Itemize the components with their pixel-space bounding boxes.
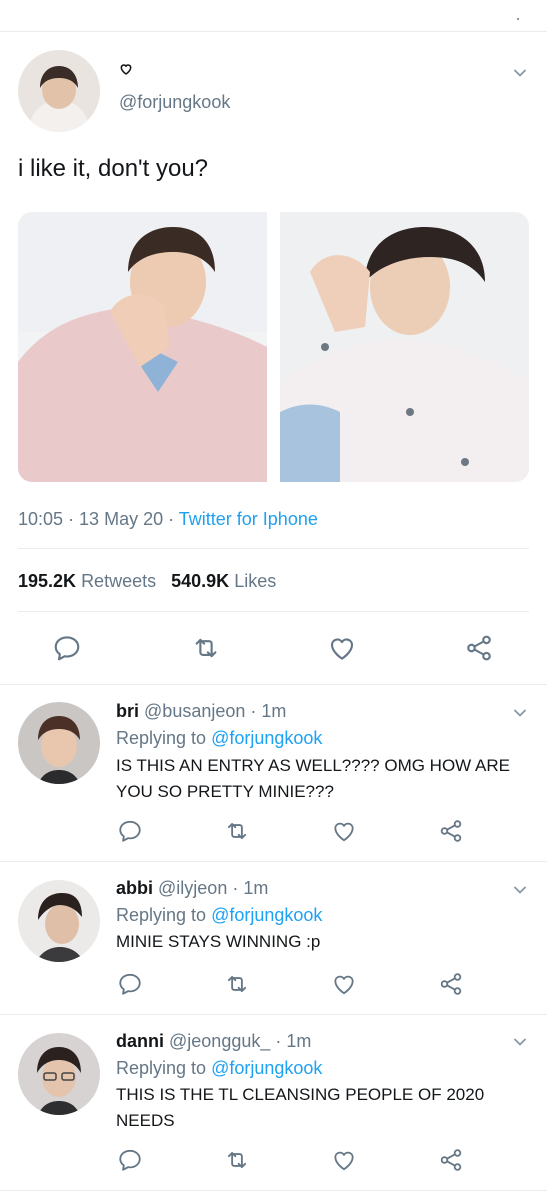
avatar-image [18, 880, 100, 962]
retweet-button[interactable] [190, 633, 222, 663]
tweet-photo-1[interactable] [18, 212, 267, 482]
share-icon [464, 633, 494, 663]
divider [18, 548, 529, 549]
reply-time: 1m [243, 878, 269, 898]
tweet-meta: 10:05 · 13 May 20 · Twitter for Iphone [18, 509, 318, 529]
retweet-button[interactable] [223, 818, 251, 844]
reply-name[interactable]: bri [116, 701, 139, 721]
replying-label: Replying to [116, 1058, 207, 1078]
reply-icon [117, 818, 143, 844]
reply-header: bri @busanjeon · 1m [116, 701, 287, 721]
replying-label: Replying to [116, 905, 207, 925]
like-icon [331, 1147, 357, 1173]
replying-to: Replying to @forjungkook [116, 1058, 322, 1079]
reply-header: danni @jeongguk_ · 1m [116, 1031, 312, 1051]
retweet-button[interactable] [223, 971, 251, 997]
replying-to: Replying to @forjungkook [116, 905, 322, 926]
divider [0, 1014, 547, 1015]
like-icon [331, 971, 357, 997]
share-icon [438, 1147, 464, 1173]
tweet-handle[interactable]: @forjungkook [119, 92, 230, 113]
like-button[interactable] [331, 971, 357, 997]
chevron-down-icon[interactable] [513, 1037, 525, 1049]
reply-button[interactable] [117, 1147, 143, 1173]
status-dot [517, 18, 519, 20]
chevron-down-icon[interactable] [513, 708, 525, 720]
like-icon [327, 633, 357, 663]
reply-button[interactable] [117, 971, 143, 997]
tweet-date: 13 May 20 [79, 509, 164, 529]
likes-count: 540.9K [171, 571, 230, 591]
chevron-down-icon[interactable] [513, 68, 525, 80]
tweet-time: 10:05 [18, 509, 64, 529]
retweet-icon [223, 1147, 251, 1173]
retweets-count: 195.2K [18, 571, 77, 591]
replying-label: Replying to [116, 728, 207, 748]
retweet-button[interactable] [223, 1147, 251, 1173]
share-icon [438, 818, 464, 844]
reply-icon [117, 1147, 143, 1173]
divider [18, 611, 529, 612]
divider [0, 1190, 547, 1191]
likes-label: Likes [234, 571, 277, 591]
avatar-image [18, 1033, 100, 1115]
top-bar [0, 0, 547, 32]
like-icon [331, 818, 357, 844]
tweet-photo-2[interactable] [280, 212, 529, 482]
reply-name[interactable]: abbi [116, 878, 153, 898]
retweet-icon [223, 971, 251, 997]
reply-handle[interactable]: @jeongguk_ [169, 1031, 270, 1051]
avatar[interactable] [18, 880, 100, 962]
share-button[interactable] [438, 818, 464, 844]
avatar-image [18, 50, 100, 132]
like-button[interactable] [331, 818, 357, 844]
reply-button[interactable] [117, 818, 143, 844]
share-button[interactable] [464, 633, 494, 663]
tweet-source[interactable]: Twitter for Iphone [179, 509, 318, 529]
retweets-stat[interactable]: 195.2K Retweets [18, 571, 156, 591]
avatar[interactable] [18, 50, 100, 132]
avatar-image [18, 702, 100, 784]
replying-mention[interactable]: @forjungkook [211, 905, 322, 925]
divider [0, 861, 547, 862]
replying-to: Replying to @forjungkook [116, 728, 322, 749]
share-icon [438, 971, 464, 997]
reply-icon [52, 633, 82, 663]
chevron-down-icon[interactable] [513, 885, 525, 897]
retweets-label: Retweets [81, 571, 157, 591]
replying-mention[interactable]: @forjungkook [211, 728, 322, 748]
tweet-text: i like it, don't you? [18, 155, 209, 182]
replying-mention[interactable]: @forjungkook [211, 1058, 322, 1078]
reply-icon [117, 971, 143, 997]
reply-text: THIS IS THE TL CLEANSING PEOPLE OF 2020 … [116, 1085, 485, 1130]
reply-handle[interactable]: @busanjeon [144, 701, 245, 721]
likes-stat[interactable]: 540.9K Likes [171, 571, 276, 591]
avatar[interactable] [18, 702, 100, 784]
reply-button[interactable] [52, 633, 82, 663]
like-button[interactable] [331, 1147, 357, 1173]
like-button[interactable] [327, 633, 357, 663]
retweet-icon [190, 633, 222, 663]
share-button[interactable] [438, 1147, 464, 1173]
reply-text: IS THIS AN ENTRY AS WELL???? OMG HOW ARE… [116, 756, 510, 801]
reply-name[interactable]: danni [116, 1031, 164, 1051]
heart-outline-icon [119, 62, 133, 80]
reply-handle[interactable]: @ilyjeon [158, 878, 227, 898]
share-button[interactable] [438, 971, 464, 997]
avatar[interactable] [18, 1033, 100, 1115]
divider [0, 684, 547, 685]
retweet-icon [223, 818, 251, 844]
tweet-stats: 195.2K Retweets 540.9K Likes [18, 571, 276, 592]
reply-text: MINIE STAYS WINNING :p [116, 932, 321, 951]
reply-time: 1m [286, 1031, 312, 1051]
reply-time: 1m [261, 701, 287, 721]
reply-header: abbi @ilyjeon · 1m [116, 878, 269, 898]
